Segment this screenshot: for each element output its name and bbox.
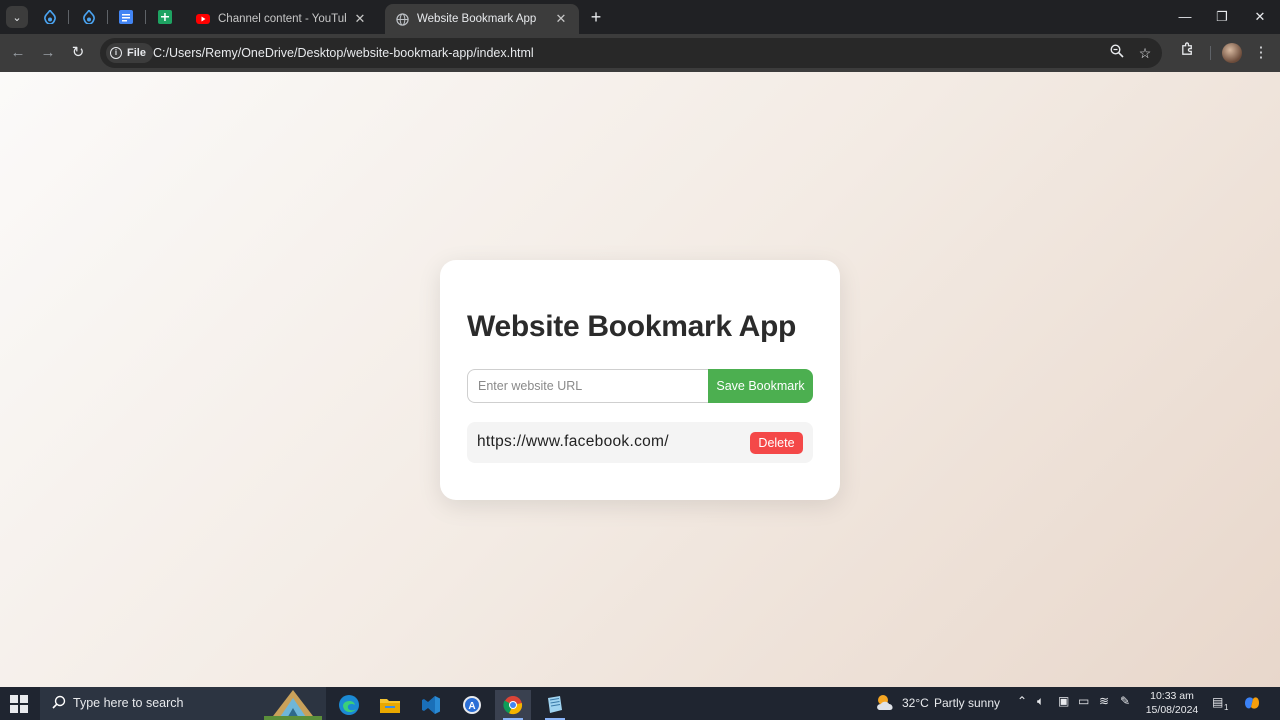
browser-tab-strip: ⌄ Channel content - YouTube Stu ✕ Websit… bbox=[0, 0, 1280, 34]
clock-time: 10:33 am bbox=[1150, 690, 1194, 702]
taskbar-app-a[interactable]: A bbox=[454, 690, 490, 720]
system-clock[interactable]: 10:33 am 15/08/2024 bbox=[1140, 689, 1204, 717]
taskbar-search-placeholder: Type here to search bbox=[73, 696, 184, 710]
zoom-icon[interactable] bbox=[1107, 43, 1127, 63]
search-highlight-illustration bbox=[264, 690, 322, 720]
tab-separator bbox=[68, 10, 69, 24]
taskbar-app-notepad[interactable] bbox=[537, 690, 573, 720]
taskbar-search-box[interactable]: Type here to search bbox=[40, 687, 326, 720]
chrome-icon bbox=[503, 696, 523, 715]
reload-icon: ↻ bbox=[71, 44, 85, 61]
profile-avatar[interactable] bbox=[1222, 43, 1242, 63]
tab-search-button[interactable]: ⌄ bbox=[6, 6, 28, 28]
close-icon[interactable]: ✕ bbox=[352, 11, 368, 27]
chevron-down-icon: ⌄ bbox=[12, 11, 22, 24]
copilot-icon[interactable] bbox=[1243, 694, 1261, 715]
vscode-icon bbox=[422, 696, 440, 714]
pinned-tab-drupal-1[interactable] bbox=[37, 6, 63, 28]
windows-start-icon[interactable] bbox=[10, 695, 28, 713]
back-button[interactable]: ← bbox=[7, 42, 29, 64]
speaker-icon[interactable]: 🔈︎ bbox=[1037, 694, 1044, 709]
address-bar[interactable]: i File C:/Users/Remy/OneDrive/Desktop/we… bbox=[100, 38, 1162, 68]
taskbar-app-chrome[interactable] bbox=[495, 690, 531, 720]
taskbar-app-file-explorer[interactable] bbox=[372, 690, 408, 720]
close-icon[interactable]: ✕ bbox=[553, 11, 569, 27]
arrow-left-icon: ← bbox=[10, 44, 26, 61]
save-bookmark-button[interactable]: Save Bookmark bbox=[708, 369, 813, 403]
bookmark-link[interactable]: https://www.facebook.com/ bbox=[477, 433, 669, 451]
pen-icon[interactable]: ✎ bbox=[1120, 694, 1130, 708]
pinned-tab-drupal-2[interactable] bbox=[76, 6, 102, 28]
bookmark-app-card: Website Bookmark App Save Bookmark https… bbox=[440, 260, 840, 500]
bookmark-star-icon[interactable]: ☆ bbox=[1135, 43, 1155, 63]
scheme-label: File bbox=[127, 47, 146, 59]
notification-icon[interactable]: ▤ bbox=[1212, 695, 1223, 709]
tab-title: Website Bookmark App bbox=[417, 13, 537, 25]
maximize-button[interactable]: ❐ bbox=[1202, 7, 1242, 27]
delete-bookmark-button[interactable]: Delete bbox=[750, 432, 803, 454]
weather-icon[interactable] bbox=[874, 692, 896, 715]
wifi-icon[interactable]: ≋ bbox=[1099, 694, 1109, 708]
docs-icon bbox=[119, 10, 133, 24]
new-tab-button[interactable]: + bbox=[586, 7, 606, 27]
page-viewport: Website Bookmark App Save Bookmark https… bbox=[0, 72, 1280, 687]
search-icon bbox=[52, 695, 68, 711]
tab-youtube-studio[interactable]: Channel content - YouTube Stu ✕ bbox=[186, 4, 378, 34]
clock-date: 15/08/2024 bbox=[1145, 704, 1199, 716]
window-close-button[interactable]: ✕ bbox=[1240, 7, 1280, 27]
windows-taskbar: Type here to search A 32°C Partly sunny … bbox=[0, 687, 1280, 720]
toolbar-separator bbox=[1210, 46, 1211, 60]
minimize-button[interactable]: — bbox=[1165, 7, 1205, 27]
tab-title: Channel content - YouTube Stu bbox=[218, 13, 346, 25]
url-input[interactable] bbox=[467, 369, 709, 403]
svg-text:A: A bbox=[468, 701, 475, 712]
drupal-icon bbox=[44, 10, 56, 24]
arrow-right-icon: → bbox=[40, 44, 56, 61]
forward-button[interactable]: → bbox=[37, 42, 59, 64]
address-url[interactable]: C:/Users/Remy/OneDrive/Desktop/website-b… bbox=[153, 46, 534, 60]
browser-toolbar: ← → ↻ i File C:/Users/Remy/OneDrive/Desk… bbox=[0, 34, 1280, 72]
tab-separator bbox=[107, 10, 108, 24]
site-info-chip[interactable]: i File bbox=[106, 43, 153, 63]
tab-separator bbox=[145, 10, 146, 24]
more-menu-icon[interactable]: ⋮ bbox=[1250, 42, 1272, 64]
notepad-icon bbox=[548, 696, 562, 713]
weather-condition[interactable]: Partly sunny bbox=[934, 696, 1000, 710]
edge-icon bbox=[339, 695, 359, 715]
display-icon[interactable]: ▣ bbox=[1058, 694, 1069, 708]
taskbar-app-edge[interactable] bbox=[331, 690, 367, 720]
info-icon: i bbox=[110, 47, 122, 59]
page-title: Website Bookmark App bbox=[467, 310, 797, 343]
chevron-up-icon[interactable]: ⌃ bbox=[1017, 694, 1027, 708]
sheets-icon bbox=[158, 10, 172, 24]
notification-count: 1 bbox=[1224, 703, 1229, 712]
plus-icon: + bbox=[590, 7, 602, 27]
extensions-icon[interactable] bbox=[1176, 42, 1198, 64]
bookmark-item: https://www.facebook.com/ Delete bbox=[467, 422, 813, 463]
pinned-tab-docs[interactable] bbox=[113, 6, 139, 28]
battery-icon[interactable]: ▭ bbox=[1078, 694, 1089, 708]
youtube-icon bbox=[196, 12, 210, 26]
tab-website-bookmark-app[interactable]: Website Bookmark App ✕ bbox=[385, 4, 579, 34]
taskbar-app-vscode[interactable] bbox=[413, 690, 449, 720]
file-explorer-icon bbox=[380, 699, 400, 713]
reload-button[interactable]: ↻ bbox=[67, 42, 89, 64]
weather-temperature[interactable]: 32°C bbox=[902, 696, 929, 710]
app-a-icon: A bbox=[463, 696, 481, 714]
pinned-tab-sheets[interactable] bbox=[152, 6, 178, 28]
drupal-icon bbox=[83, 10, 95, 24]
globe-icon bbox=[395, 12, 409, 26]
